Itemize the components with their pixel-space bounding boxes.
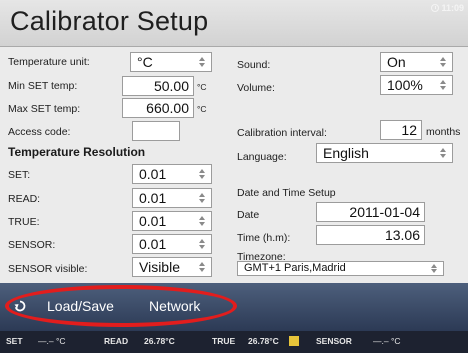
status-read-label: READ bbox=[104, 336, 129, 346]
read-resolution-label: READ: bbox=[8, 193, 41, 205]
spin-icon[interactable] bbox=[436, 146, 450, 160]
date-time-setup-heading: Date and Time Setup bbox=[237, 187, 336, 199]
settings-panel: Temperature unit: °C Min SET temp: 50.00… bbox=[0, 47, 468, 283]
sensor-resolution-value: 0.01 bbox=[139, 236, 167, 252]
min-set-temp-field[interactable]: 50.00 bbox=[122, 76, 194, 96]
calibration-interval-label: Calibration interval: bbox=[237, 127, 327, 139]
max-set-temp-label: Max SET temp: bbox=[8, 103, 81, 115]
timezone-value: GMT+1 Paris,Madrid bbox=[244, 262, 346, 274]
timezone-select[interactable]: GMT+1 Paris,Madrid bbox=[237, 261, 444, 276]
set-resolution-label: SET: bbox=[8, 169, 31, 181]
temperature-unit-label: Temperature unit: bbox=[8, 56, 90, 68]
calibration-interval-unit: months bbox=[426, 126, 461, 138]
min-set-temp-unit: °C bbox=[197, 82, 207, 92]
spin-icon[interactable] bbox=[436, 55, 450, 69]
clock: 11:09 bbox=[431, 3, 464, 13]
sound-value: On bbox=[387, 54, 406, 70]
sensor-resolution-label: SENSOR: bbox=[8, 239, 56, 251]
sensor-visible-select[interactable]: Visible bbox=[132, 257, 212, 277]
true-resolution-field[interactable]: 0.01 bbox=[132, 211, 212, 231]
spin-icon[interactable] bbox=[195, 237, 209, 251]
read-resolution-field[interactable]: 0.01 bbox=[132, 188, 212, 208]
true-resolution-label: TRUE: bbox=[8, 216, 40, 228]
temperature-unit-select[interactable]: °C bbox=[130, 52, 212, 72]
time-field[interactable]: 13.06 bbox=[316, 225, 425, 245]
sensor-visible-value: Visible bbox=[139, 259, 180, 275]
spin-icon[interactable] bbox=[195, 214, 209, 228]
volume-label: Volume: bbox=[237, 82, 275, 94]
language-select[interactable]: English bbox=[316, 143, 453, 163]
max-set-temp-field[interactable]: 660.00 bbox=[122, 98, 194, 118]
status-sensor-label: SENSOR bbox=[316, 336, 352, 346]
calibration-interval-field[interactable]: 12 bbox=[380, 120, 422, 140]
read-resolution-value: 0.01 bbox=[139, 190, 167, 206]
status-set-label: SET bbox=[6, 336, 23, 346]
language-label: Language: bbox=[237, 151, 287, 163]
set-resolution-field[interactable]: 0.01 bbox=[132, 164, 212, 184]
clock-icon bbox=[431, 4, 440, 12]
language-value: English bbox=[323, 145, 369, 161]
spin-icon[interactable] bbox=[436, 78, 450, 92]
volume-value: 100% bbox=[387, 77, 423, 93]
sound-select[interactable]: On bbox=[380, 52, 453, 72]
sensor-visible-label: SENSOR visible: bbox=[8, 263, 88, 275]
spin-icon[interactable] bbox=[427, 262, 441, 275]
access-code-field[interactable] bbox=[132, 121, 180, 141]
status-sensor-value: —.– °C bbox=[373, 336, 401, 346]
status-indicator-badge bbox=[289, 336, 299, 346]
date-label: Date bbox=[237, 209, 260, 221]
temperature-unit-value: °C bbox=[137, 54, 153, 70]
status-read-value: 26.78°C bbox=[144, 336, 175, 346]
true-resolution-value: 0.01 bbox=[139, 213, 167, 229]
spin-icon[interactable] bbox=[195, 55, 209, 69]
status-set-value: —.– °C bbox=[38, 336, 66, 346]
title-bar: Calibrator Setup 11:09 bbox=[0, 0, 468, 47]
set-resolution-value: 0.01 bbox=[139, 166, 167, 182]
clock-time: 11:09 bbox=[441, 3, 464, 13]
max-set-temp-unit: °C bbox=[197, 104, 207, 114]
calibrator-setup-screen: Calibrator Setup 11:09 Temperature unit:… bbox=[0, 0, 468, 353]
date-field[interactable]: 2011-01-04 bbox=[316, 202, 425, 222]
sensor-resolution-field[interactable]: 0.01 bbox=[132, 234, 212, 254]
spin-icon[interactable] bbox=[195, 260, 209, 274]
spin-icon[interactable] bbox=[195, 167, 209, 181]
sound-label: Sound: bbox=[237, 59, 271, 71]
temperature-resolution-heading: Temperature Resolution bbox=[8, 145, 146, 159]
highlight-circle bbox=[5, 285, 237, 327]
status-true-value: 26.78°C bbox=[248, 336, 279, 346]
spin-icon[interactable] bbox=[195, 191, 209, 205]
volume-select[interactable]: 100% bbox=[380, 75, 453, 95]
status-true-label: TRUE bbox=[212, 336, 236, 346]
access-code-label: Access code: bbox=[8, 126, 71, 138]
time-label: Time (h.m): bbox=[237, 232, 291, 244]
page-title: Calibrator Setup bbox=[10, 6, 209, 36]
status-bar: SET —.– °C READ 26.78°C TRUE 26.78°C SEN… bbox=[0, 331, 468, 353]
min-set-temp-label: Min SET temp: bbox=[8, 80, 78, 92]
